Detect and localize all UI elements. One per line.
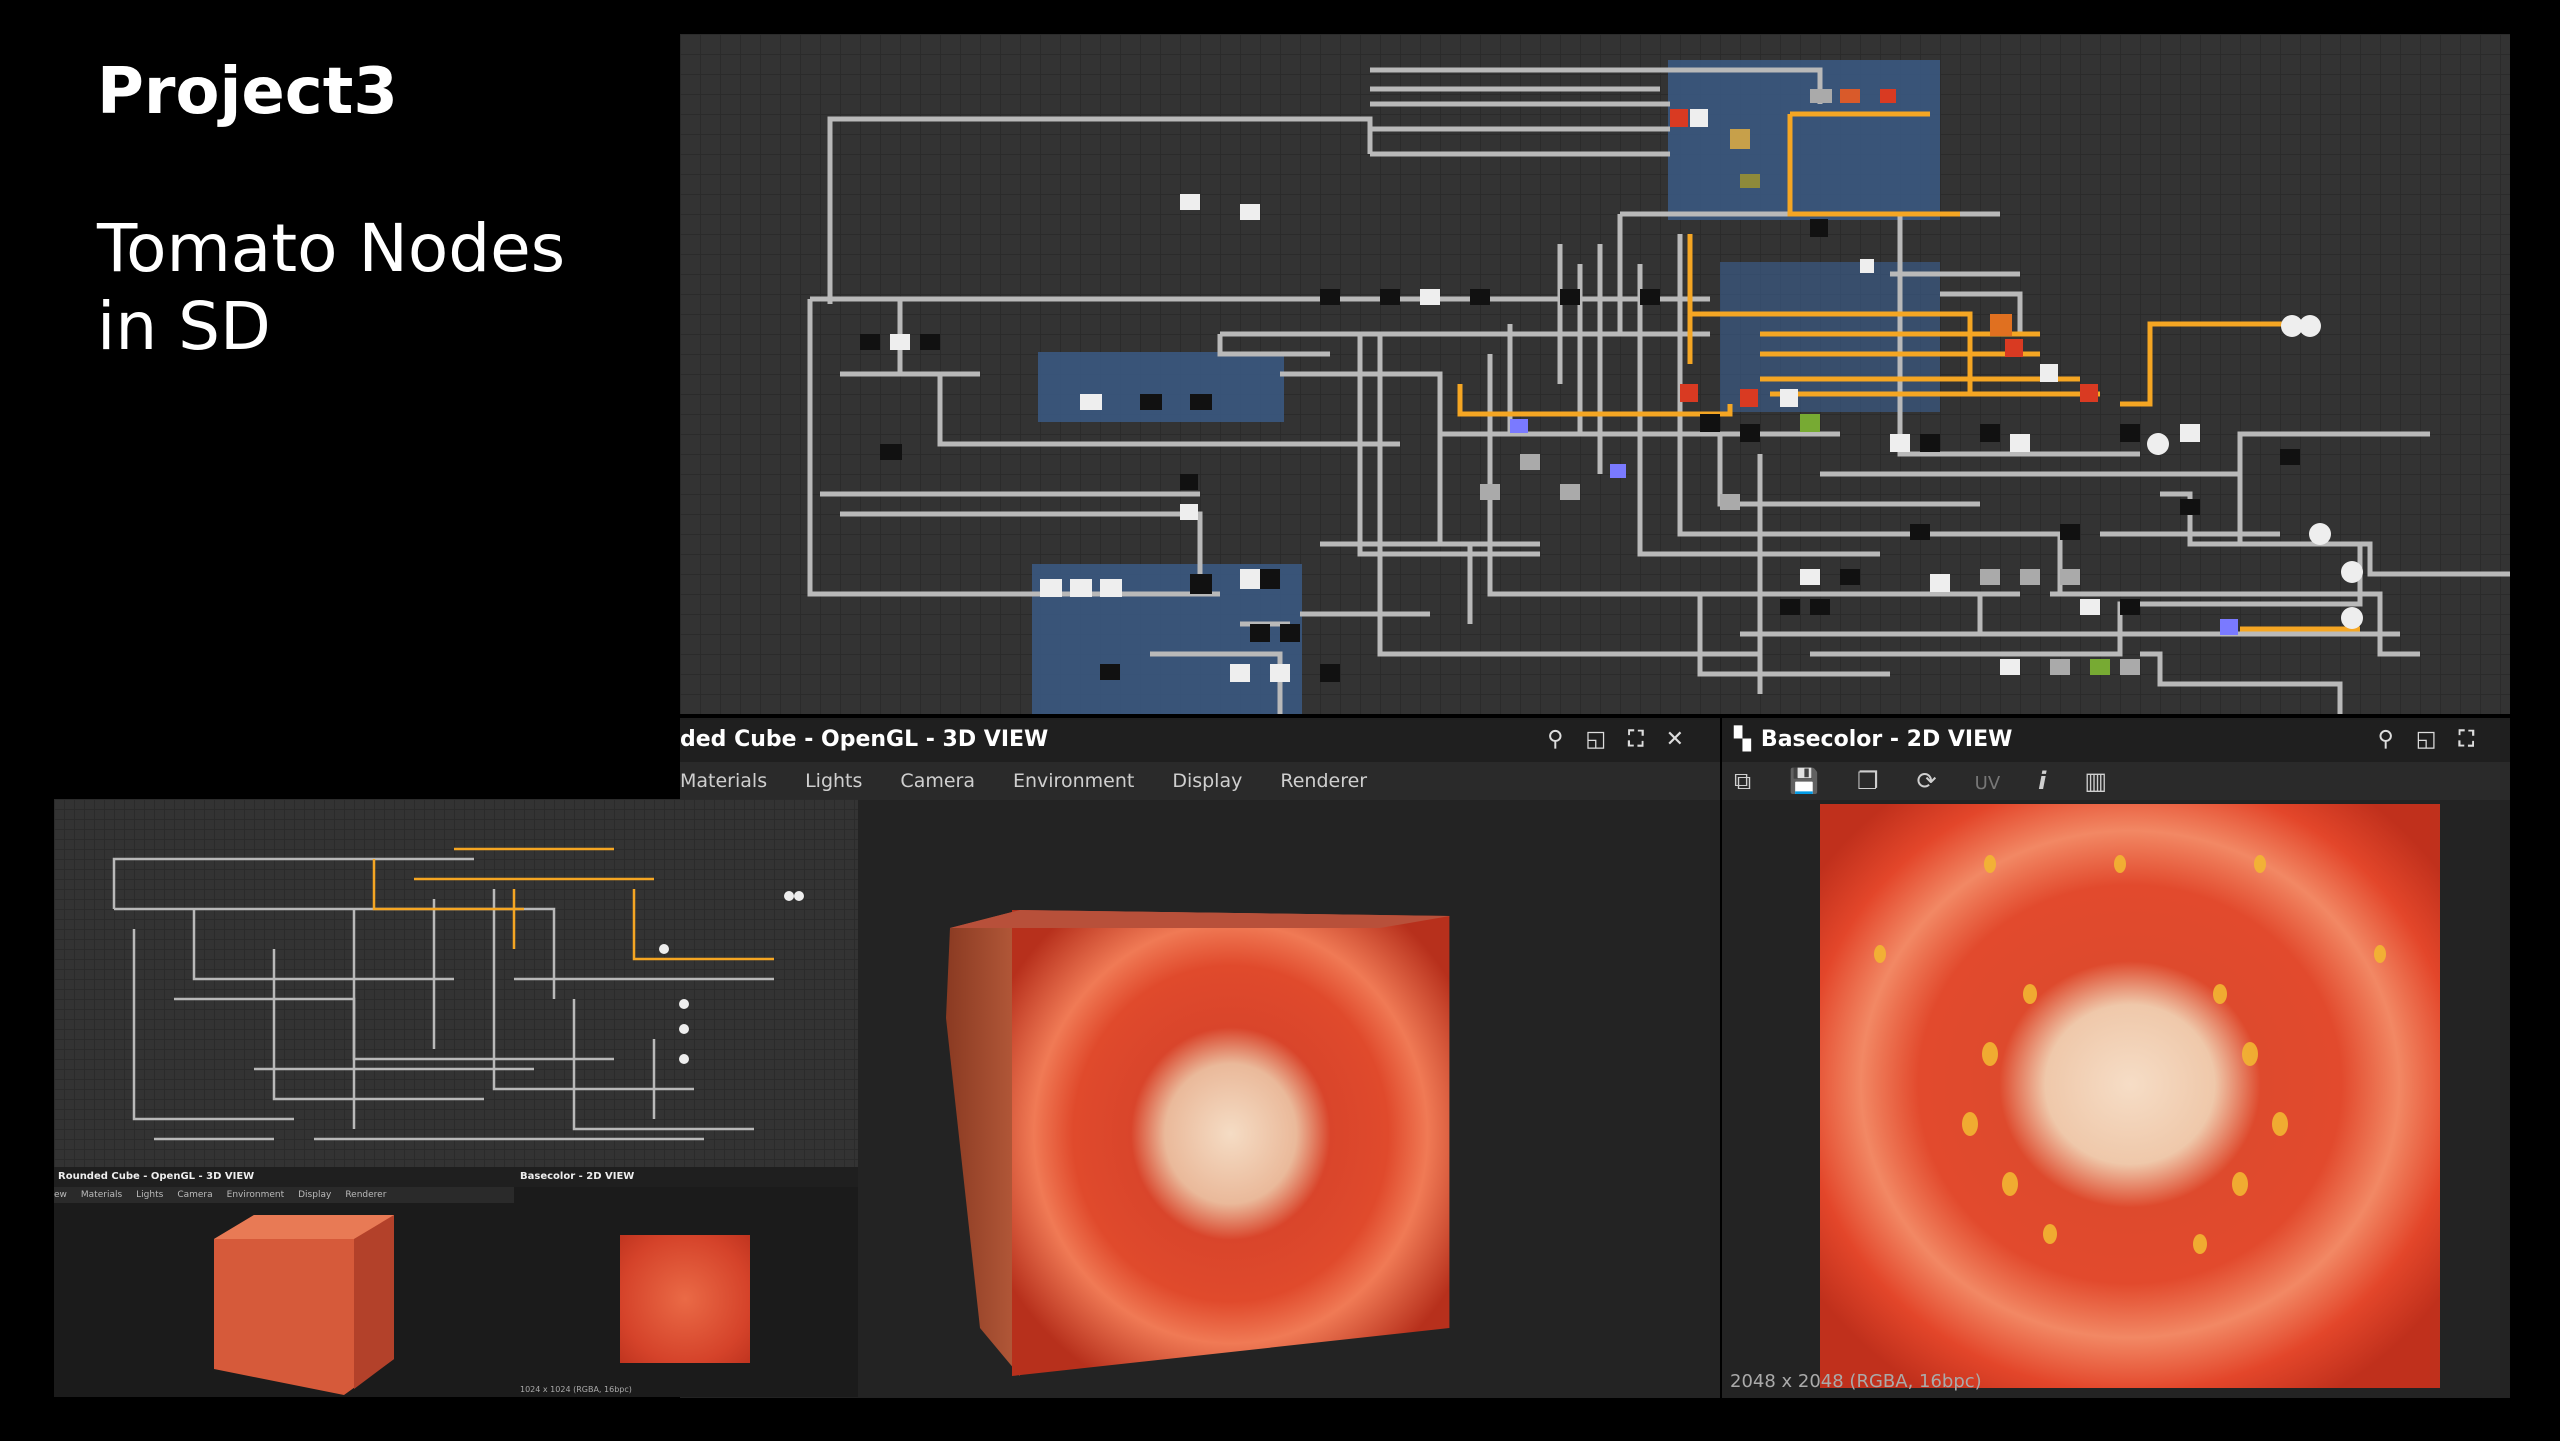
pin-icon[interactable]: ⚲ xyxy=(2378,727,2416,752)
view-2d-panel[interactable]: ▚ Basecolor - 2D VIEW ⚲◱⛶ ⧉ 💾 ❐ ⟳ UV i ▥ xyxy=(1722,718,2510,1398)
checker-icon: ▚ xyxy=(1734,727,1751,752)
mini-view-3d-header: Rounded Cube - OpenGL - 3D VIEW xyxy=(54,1167,518,1187)
menu-display[interactable]: Display xyxy=(1172,770,1242,792)
view-2d-toolbar: ⧉ 💾 ❐ ⟳ UV i ▥ xyxy=(1722,762,2510,800)
histogram-icon[interactable]: ▥ xyxy=(2084,767,2107,795)
graph-canvas[interactable] xyxy=(680,34,2510,714)
view-2d-title: Basecolor - 2D VIEW xyxy=(1760,727,2013,752)
subtitle-line-2: in SD xyxy=(97,288,271,365)
view-3d-controls: ⚲◱⛶✕ xyxy=(1547,718,1706,762)
basecolor-texture[interactable] xyxy=(1820,804,2440,1388)
view-3d-header: ded Cube - OpenGL - 3D VIEW ⚲◱⛶✕ xyxy=(680,718,1720,762)
float-icon[interactable]: ◱ xyxy=(1585,727,1628,752)
view-3d-title: ded Cube - OpenGL - 3D VIEW xyxy=(680,727,1049,752)
mini-menu-display: Display xyxy=(298,1190,332,1200)
menu-camera[interactable]: Camera xyxy=(900,770,975,792)
uv-dropdown[interactable]: UV xyxy=(1975,773,2001,794)
mini-view-3d-menu: ew Materials Lights Camera Environment Displa… xyxy=(54,1187,514,1203)
node-graph[interactable] xyxy=(680,34,2510,714)
mini-menu-environment: Environment xyxy=(226,1190,285,1200)
menu-materials[interactable]: Materials xyxy=(680,770,767,792)
mini-menu-materials: Materials xyxy=(80,1190,123,1200)
mini-screenshot: Rounded Cube - OpenGL - 3D VIEW Basecolo… xyxy=(54,799,858,1397)
menu-environment[interactable]: Environment xyxy=(1013,770,1134,792)
graph-frame[interactable] xyxy=(1668,60,1940,220)
mini-menu-camera: Camera xyxy=(177,1190,213,1200)
view-2d-status: 2048 x 2048 (RGBA, 16bpc) xyxy=(1730,1371,1982,1392)
mini-menu-renderer: Renderer xyxy=(345,1190,387,1200)
view-2d-header: ▚ Basecolor - 2D VIEW ⚲◱⛶ xyxy=(1722,718,2510,762)
subtitle-line-1: Tomato Nodes xyxy=(97,210,566,287)
refresh-icon[interactable]: ⟳ xyxy=(1917,767,1937,795)
slide-subtitle: Tomato Nodes in SD xyxy=(97,210,565,366)
pin-icon[interactable]: ⚲ xyxy=(1547,727,1585,752)
mini-menu-lights: Lights xyxy=(136,1190,164,1200)
copy-icon[interactable]: ❐ xyxy=(1857,767,1879,795)
tomato-cube-render[interactable] xyxy=(940,908,1460,1388)
view-3d-menu: Materials Lights Camera Environment Display R… xyxy=(680,762,1720,800)
mini-basecolor-texture xyxy=(620,1235,750,1363)
close-icon[interactable]: ✕ xyxy=(1666,727,1706,752)
export-icon[interactable]: ⧉ xyxy=(1734,767,1751,795)
mini-view-2d-header: Basecolor - 2D VIEW xyxy=(516,1167,858,1187)
mini-menu-view: ew xyxy=(54,1190,67,1200)
graph-frame[interactable] xyxy=(1038,352,1284,422)
info-icon[interactable]: i xyxy=(2038,767,2046,795)
float-icon[interactable]: ◱ xyxy=(2416,727,2459,752)
mini-cube-render xyxy=(214,1215,394,1395)
view-2d-controls: ⚲◱⛶ xyxy=(2378,718,2496,762)
maximize-icon[interactable]: ⛶ xyxy=(2459,727,2496,752)
slide-title: Project3 xyxy=(97,55,398,129)
menu-renderer[interactable]: Renderer xyxy=(1280,770,1367,792)
menu-lights[interactable]: Lights xyxy=(805,770,862,792)
mini-view-2d-status: 1024 x 1024 (RGBA, 16bpc) xyxy=(520,1385,632,1394)
maximize-icon[interactable]: ⛶ xyxy=(1628,727,1665,752)
mini-node-graph xyxy=(54,799,858,1167)
save-icon[interactable]: 💾 xyxy=(1789,767,1819,795)
